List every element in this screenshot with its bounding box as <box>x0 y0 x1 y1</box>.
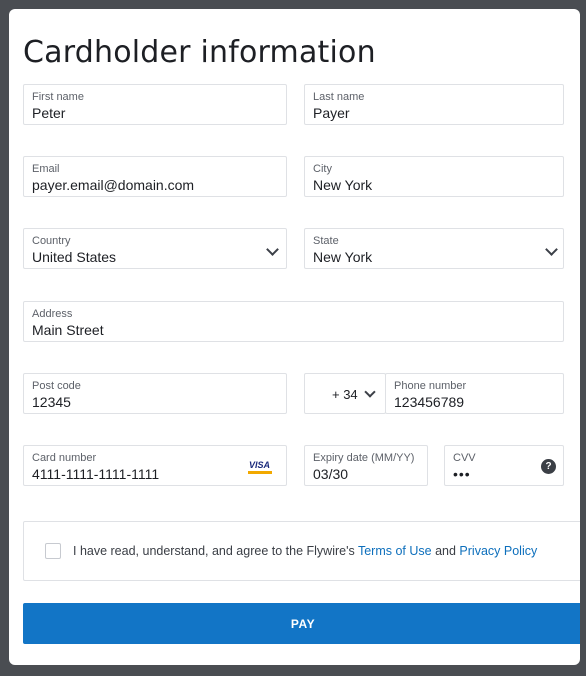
country-value: United States <box>32 249 117 265</box>
help-icon[interactable]: ? <box>541 459 556 474</box>
phone-number-value: 123456789 <box>394 394 465 410</box>
agreement-prefix: I have read, understand, and agree to th… <box>73 544 358 558</box>
agreement-text: I have read, understand, and agree to th… <box>73 544 537 558</box>
page-title: Cardholder information <box>23 35 376 70</box>
email-field[interactable]: Email payer.email@domain.com <box>23 156 287 197</box>
expiry-date-field[interactable]: Expiry date (MM/YY) 03/30 <box>304 445 428 486</box>
expiry-date-label: Expiry date (MM/YY) <box>313 452 415 464</box>
agreement-and: and <box>431 544 460 558</box>
pay-button[interactable]: PAY <box>23 603 580 644</box>
last-name-value: Payer <box>313 105 350 121</box>
cvv-field[interactable]: CVV ••• ? <box>444 445 564 486</box>
visa-stripe <box>248 471 272 474</box>
post-code-label: Post code <box>32 380 81 392</box>
agreement-checkbox[interactable] <box>45 543 61 559</box>
privacy-policy-link[interactable]: Privacy Policy <box>459 544 537 558</box>
first-name-label: First name <box>32 91 84 103</box>
first-name-field[interactable]: First name Peter <box>23 84 287 125</box>
post-code-value: 12345 <box>32 394 71 410</box>
state-select[interactable]: State New York <box>304 228 564 269</box>
cvv-label: CVV <box>453 452 476 464</box>
post-code-field[interactable]: Post code 12345 <box>23 373 287 414</box>
address-field[interactable]: Address Main Street <box>23 301 564 342</box>
email-value: payer.email@domain.com <box>32 177 195 193</box>
cardholder-form-card: Cardholder information First name Peter … <box>9 9 580 665</box>
visa-card-icon: VISA <box>248 460 272 474</box>
state-label: State <box>313 235 339 247</box>
address-label: Address <box>32 308 73 320</box>
visa-brand-text: VISA <box>249 460 271 470</box>
country-select[interactable]: Country United States <box>23 228 287 269</box>
phone-prefix-value: + 34 <box>332 387 358 402</box>
last-name-field[interactable]: Last name Payer <box>304 84 564 125</box>
phone-number-label: Phone number <box>394 380 467 392</box>
state-value: New York <box>313 249 373 265</box>
address-value: Main Street <box>32 322 104 338</box>
card-number-value: 4111-1111-1111-1111 <box>32 466 160 482</box>
country-label: Country <box>32 235 71 247</box>
city-value: New York <box>313 177 373 193</box>
phone-number-field[interactable]: Phone number 123456789 <box>385 373 564 414</box>
first-name-value: Peter <box>32 105 66 121</box>
city-field[interactable]: City New York <box>304 156 564 197</box>
cvv-value: ••• <box>453 466 471 482</box>
card-number-label: Card number <box>32 452 97 464</box>
email-label: Email <box>32 163 60 175</box>
chevron-down-icon <box>364 386 376 398</box>
agreement-box: I have read, understand, and agree to th… <box>23 521 580 581</box>
last-name-label: Last name <box>313 91 365 103</box>
card-number-field[interactable]: Card number 4111-1111-1111-1111 VISA <box>23 445 287 486</box>
chevron-down-icon <box>266 243 279 256</box>
phone-prefix-select[interactable]: + 34 <box>304 373 386 414</box>
terms-of-use-link[interactable]: Terms of Use <box>358 544 432 558</box>
expiry-date-value: 03/30 <box>313 466 349 482</box>
city-label: City <box>313 163 332 175</box>
chevron-down-icon <box>545 243 558 256</box>
